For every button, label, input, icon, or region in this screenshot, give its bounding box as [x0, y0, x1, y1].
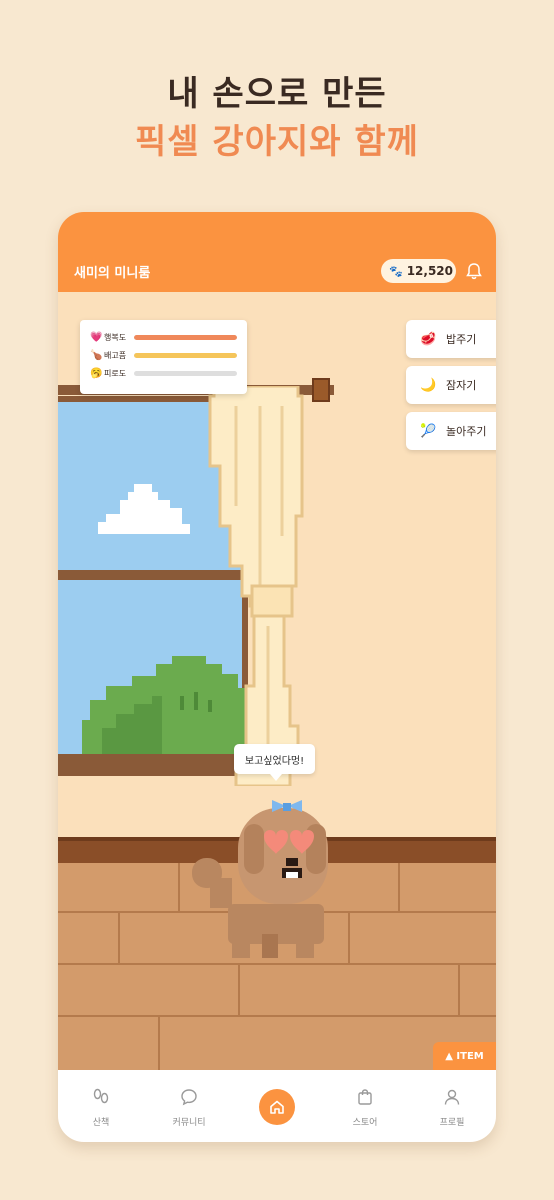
bottom-tab-bar: 산책 커뮤니티 스토어 프로필: [58, 1070, 496, 1142]
tennis-ball-icon: 🎾: [420, 423, 437, 439]
room-scene: 💗 행복도 🍗 배고픔 🥱 피로도 🥩 밥주기 🌙 잠자기 🎾 놀아주기 보고싶…: [58, 292, 496, 1070]
stat-label: 행복도: [104, 332, 127, 342]
tab-profile[interactable]: 프로필: [422, 1088, 482, 1129]
footprints-icon: [93, 1088, 109, 1104]
bell-icon[interactable]: [466, 262, 482, 280]
stat-bar: [134, 334, 237, 340]
stat-bar-fill: [134, 352, 237, 358]
play-button-label: 놀아주기: [446, 425, 487, 438]
moon-icon: 🌙: [420, 377, 437, 393]
heart-icon: 💗: [90, 331, 103, 343]
sleep-button-label: 잠자기: [446, 379, 477, 392]
drumstick-icon: 🍗: [90, 349, 103, 361]
meat-icon: 🥩: [420, 331, 437, 347]
stat-label: 피로도: [104, 368, 127, 378]
stat-hunger: 🍗 배고픔: [90, 346, 237, 364]
yawn-icon: 🥱: [90, 367, 103, 379]
tab-store-label: 스토어: [352, 1118, 378, 1128]
tab-community-label: 커뮤니티: [172, 1118, 206, 1128]
play-button[interactable]: 🎾 놀아주기: [406, 412, 496, 450]
curtain-rod-knob: [312, 378, 330, 402]
stat-happiness: 💗 행복도: [90, 328, 237, 346]
promo-subheadline: 픽셀 강아지와 함께: [135, 122, 419, 162]
tab-store[interactable]: 스토어: [335, 1088, 395, 1129]
paw-icon: 🐾: [389, 264, 403, 278]
stat-fatigue: 🥱 피로도: [90, 364, 237, 382]
tab-walk-label: 산책: [92, 1118, 110, 1128]
coin-balance[interactable]: 🐾 12,520: [381, 259, 456, 283]
user-icon: [444, 1089, 460, 1105]
stat-label: 배고픔: [104, 350, 127, 360]
feed-button-label: 밥주기: [446, 333, 477, 346]
pet-status-card: 💗 행복도 🍗 배고픔 🥱 피로도: [80, 320, 247, 394]
stat-bar: [134, 370, 237, 376]
tab-profile-label: 프로필: [439, 1118, 465, 1128]
feed-button[interactable]: 🥩 밥주기: [406, 320, 496, 358]
stat-bar: [134, 352, 237, 358]
speech-bubble: 보고싶었다멍!: [234, 744, 315, 781]
tab-community[interactable]: 커뮤니티: [159, 1088, 219, 1129]
cloud-icon: [98, 484, 190, 534]
coin-amount: 12,520: [406, 264, 454, 278]
chat-bubble-icon: [181, 1089, 197, 1106]
phone-frame: 새미의 미니룸 🐾 12,520 💗 행복도 🍗 배고픔 🥱 피로도 🥩 밥주기…: [58, 212, 496, 1142]
puppy-icon[interactable]: [188, 794, 338, 960]
item-button[interactable]: ▲ ITEM: [433, 1042, 496, 1070]
promo-headline: 내 손으로 만든: [167, 74, 387, 114]
shopping-bag-icon: [358, 1089, 372, 1105]
tab-walk[interactable]: 산책: [71, 1088, 131, 1129]
room-title: 새미의 미니룸: [74, 266, 151, 281]
app-header: 새미의 미니룸 🐾 12,520: [58, 212, 496, 292]
sleep-button[interactable]: 🌙 잠자기: [406, 366, 496, 404]
tab-home[interactable]: [259, 1089, 295, 1125]
curtain-icon: [208, 386, 304, 786]
home-icon: [270, 1100, 284, 1114]
stat-bar-fill: [134, 334, 237, 340]
